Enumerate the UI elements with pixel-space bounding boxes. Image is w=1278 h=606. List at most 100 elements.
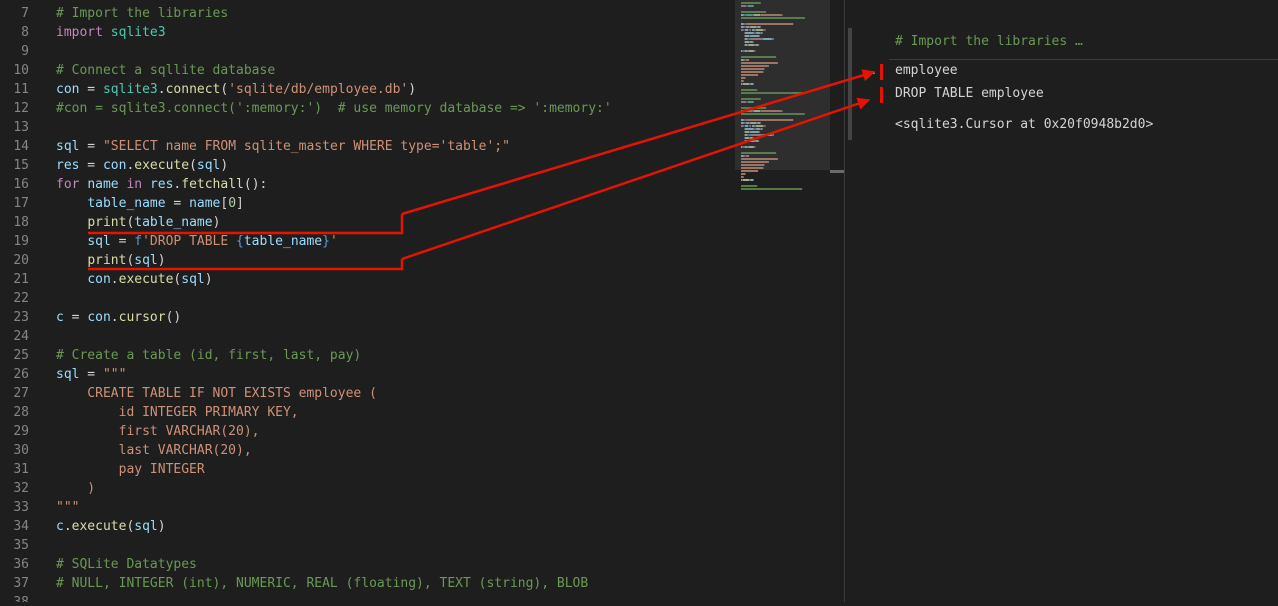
code-text[interactable]: CREATE TABLE IF NOT EXISTS employee ( — [56, 384, 377, 403]
line-number: 18 — [13, 215, 29, 230]
code-text[interactable]: pay INTEGER — [56, 460, 205, 479]
code-token: # NULL, INTEGER (int), NUMERIC, REAL (fl… — [56, 576, 589, 591]
code-text[interactable]: # SQLite Datatypes — [56, 555, 197, 574]
code-token: sql — [56, 367, 80, 382]
output-header-divider — [889, 59, 1278, 60]
output-highlight-marker — [880, 64, 883, 80]
code-token: table_name — [243, 234, 323, 249]
code-text[interactable]: c = con.cursor() — [56, 308, 181, 327]
code-text[interactable]: sql = f'DROP TABLE {table_name}' — [56, 232, 338, 251]
code-token: = — [165, 196, 190, 211]
code-token: # SQLite Datatypes — [56, 557, 197, 572]
line-number: 38 — [0, 593, 29, 602]
code-text[interactable]: sql = "SELECT name FROM sqlite_master WH… — [56, 137, 510, 156]
code-token: 'sqlite/db/employee.db' — [228, 82, 409, 97]
code-token: . — [110, 272, 119, 287]
line-number: 32 — [13, 481, 29, 496]
code-token: "SELECT name FROM sqlite_master WHERE ty… — [102, 139, 510, 154]
line-number: 20 — [13, 253, 29, 268]
code-token: sql — [87, 234, 111, 249]
code-token: ' — [329, 234, 338, 249]
output-scrollbar[interactable] — [848, 28, 852, 140]
code-token: con — [102, 158, 127, 173]
code-token: con — [56, 82, 80, 97]
line-number: 8 — [21, 25, 29, 40]
code-token: res — [56, 158, 80, 173]
code-token: ) — [220, 158, 229, 173]
editor-scrollbar-thumb[interactable] — [830, 170, 844, 173]
code-text[interactable]: # NULL, INTEGER (int), NUMERIC, REAL (fl… — [56, 574, 588, 593]
code-token: import — [56, 25, 103, 40]
line-number: 23 — [13, 310, 29, 325]
code-token: ) — [56, 481, 96, 496]
code-token: 0 — [228, 196, 237, 211]
code-text[interactable]: for name in res.fetchall(): — [56, 175, 267, 194]
editor-scrollbar[interactable] — [830, 0, 844, 602]
code-token: fetchall — [181, 177, 244, 192]
line-number: 22 — [13, 291, 29, 306]
line-number: 36 — [13, 557, 29, 572]
code-text[interactable]: last VARCHAR(20), — [56, 441, 252, 460]
code-token: ( — [189, 158, 197, 173]
code-token: sql — [196, 158, 221, 173]
code-token: print — [87, 253, 127, 268]
line-number: 16 — [13, 177, 29, 192]
output-pane: # Import the libraries … ... employee DR… — [845, 0, 1278, 602]
code-text[interactable]: table_name = name[0] — [56, 194, 244, 213]
code-token: """ — [56, 500, 80, 515]
minimap-slider[interactable] — [735, 0, 830, 170]
code-text[interactable]: con.execute(sql) — [56, 270, 213, 289]
code-text[interactable]: print(sql) — [56, 251, 165, 270]
code-token: print — [87, 215, 127, 230]
line-number: 35 — [13, 538, 29, 553]
code-token: for — [56, 177, 80, 192]
code-text[interactable]: # Import the libraries — [56, 4, 228, 23]
code-token: { — [236, 234, 244, 249]
code-text[interactable]: # Create a table (id, first, last, pay) — [56, 346, 361, 365]
code-token: ) — [408, 82, 417, 97]
code-editor[interactable]: 7 # Import the libraries 8 import sqlite3 9 1… — [0, 0, 735, 602]
code-token: f — [134, 234, 143, 249]
output-cell-header[interactable]: # Import the libraries … — [895, 34, 1083, 49]
code-token: first VARCHAR(20), — [56, 424, 260, 439]
code-text[interactable]: """ — [56, 498, 79, 517]
code-token: = — [110, 234, 135, 249]
code-text[interactable]: first VARCHAR(20), — [56, 422, 260, 441]
output-line-employee: employee — [895, 63, 958, 78]
code-token: table_name — [134, 215, 213, 230]
code-token: ) — [212, 215, 221, 230]
output-line-cursor: <sqlite3.Cursor at 0x20f0948b2d0> — [895, 117, 1154, 132]
minimap-line — [743, 179, 750, 181]
code-token: . — [63, 519, 72, 534]
code-token: = — [63, 310, 88, 325]
minimap-line — [753, 179, 754, 181]
code-token: c — [56, 310, 64, 325]
code-text[interactable]: res = con.execute(sql) — [56, 156, 228, 175]
line-number: 33 — [13, 500, 29, 515]
minimap[interactable] — [735, 0, 830, 602]
code-text[interactable]: con = sqlite3.connect('sqlite/db/employe… — [56, 80, 416, 99]
code-text[interactable]: #con = sqlite3.connect(':memory:') # use… — [56, 99, 612, 118]
code-text[interactable]: print(table_name) — [56, 213, 220, 232]
code-text[interactable]: c.execute(sql) — [56, 517, 166, 536]
line-number: 15 — [13, 158, 29, 173]
code-token: ) — [204, 272, 213, 287]
output-line-drop-table: DROP TABLE employee — [895, 86, 1044, 101]
code-text[interactable]: ) — [56, 479, 95, 498]
line-number: 37 — [13, 576, 29, 591]
line-number: 27 — [13, 386, 29, 401]
line-number: 19 — [13, 234, 29, 249]
code-token: = — [79, 367, 103, 382]
code-text[interactable]: sql = """ — [56, 365, 126, 384]
code-text[interactable]: id INTEGER PRIMARY KEY, — [56, 403, 299, 422]
line-number: 26 — [13, 367, 29, 382]
line-number: 25 — [13, 348, 29, 363]
code-text[interactable]: import sqlite3 — [56, 23, 166, 42]
code-text[interactable]: # Connect a sqllite database — [56, 61, 275, 80]
line-number: 7 — [21, 6, 29, 21]
code-token: (): — [243, 177, 268, 192]
